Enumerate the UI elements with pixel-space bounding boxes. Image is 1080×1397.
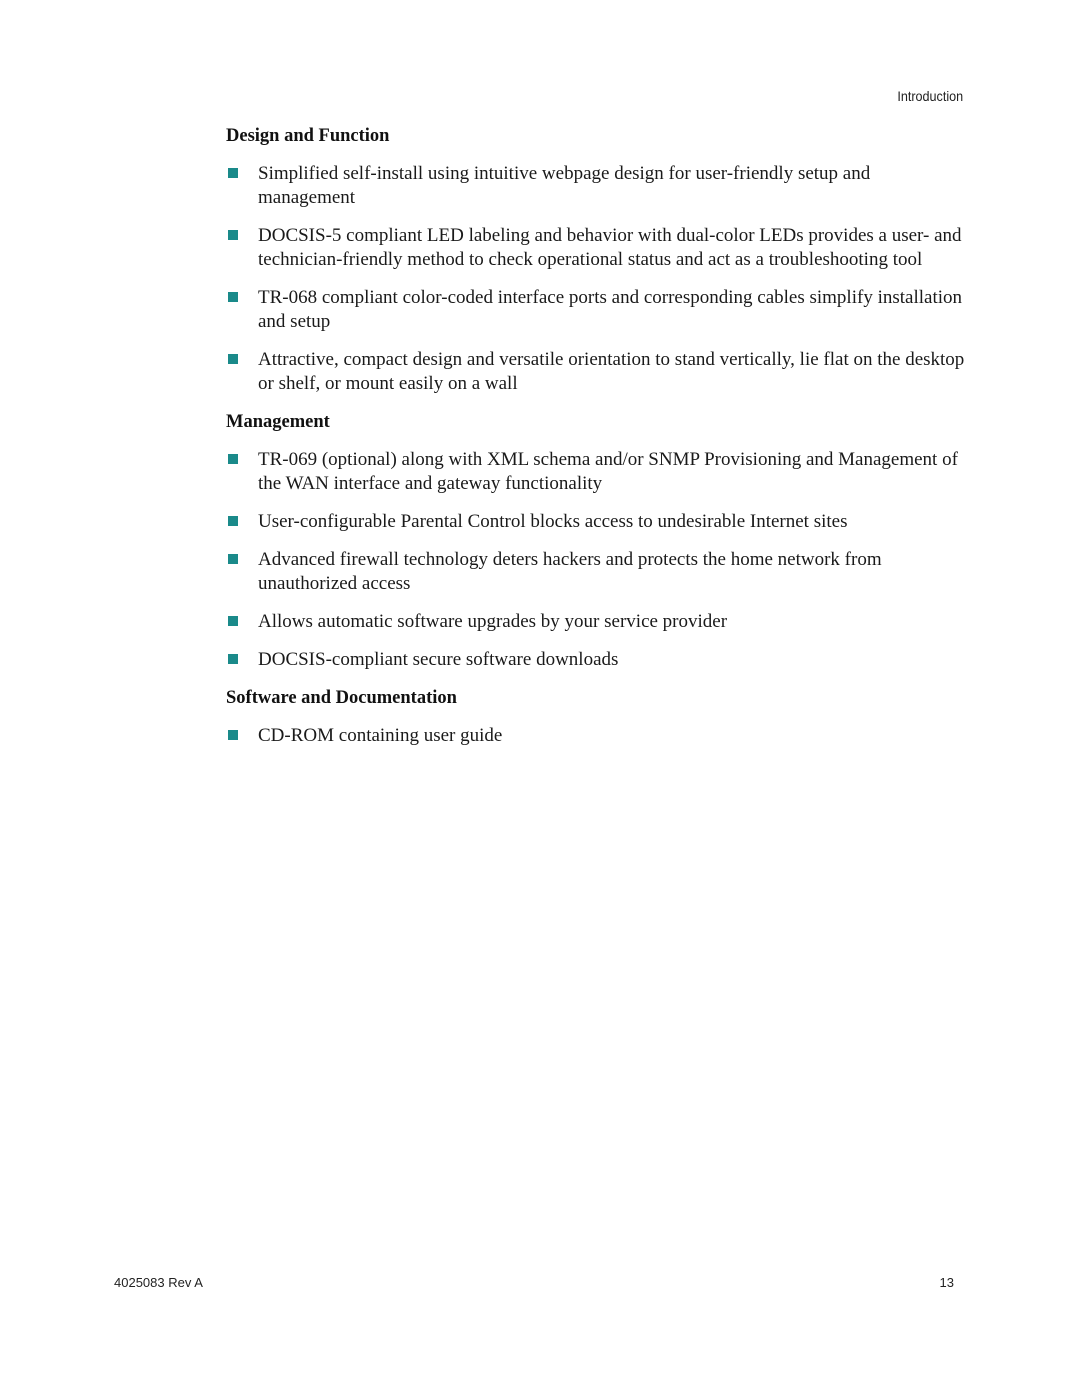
list-item-text: Allows automatic software upgrades by yo…	[258, 611, 728, 632]
document-number: 4025083 Rev A	[114, 1275, 203, 1290]
list-item: DOCSIS-compliant secure software downloa…	[226, 648, 966, 672]
square-bullet-icon	[228, 292, 238, 302]
section-heading: Software and Documentation	[226, 688, 457, 708]
list-item-text: Attractive, compact design and versatile…	[258, 349, 965, 394]
section-heading: Management	[226, 412, 330, 432]
running-header: Introduction	[897, 88, 963, 104]
bullet-list: TR-069 (optional) along with XML schema …	[226, 448, 966, 672]
list-item: Attractive, compact design and versatile…	[226, 348, 966, 396]
list-item-text: Advanced firewall technology deters hack…	[258, 549, 882, 594]
section-design-and-function: Design and Function Simplified self-inst…	[226, 124, 966, 396]
page-content: Design and Function Simplified self-inst…	[226, 124, 966, 762]
list-item-text: TR-068 compliant color-coded interface p…	[258, 287, 963, 332]
square-bullet-icon	[228, 230, 238, 240]
section-heading: Design and Function	[226, 126, 390, 146]
list-item: Advanced firewall technology deters hack…	[226, 548, 966, 596]
square-bullet-icon	[228, 554, 238, 564]
list-item: TR-069 (optional) along with XML schema …	[226, 448, 966, 496]
list-item: DOCSIS-5 compliant LED labeling and beha…	[226, 224, 966, 272]
square-bullet-icon	[228, 454, 238, 464]
list-item-text: CD-ROM containing user guide	[258, 725, 503, 746]
square-bullet-icon	[228, 354, 238, 364]
list-item-text: TR-069 (optional) along with XML schema …	[258, 449, 958, 494]
square-bullet-icon	[228, 616, 238, 626]
section-software-and-documentation: Software and Documentation CD-ROM contai…	[226, 686, 966, 748]
list-item: CD-ROM containing user guide	[226, 724, 966, 748]
square-bullet-icon	[228, 516, 238, 526]
bullet-list: CD-ROM containing user guide	[226, 724, 966, 748]
list-item: Simplified self-install using intuitive …	[226, 162, 966, 210]
list-item-text: User-configurable Parental Control block…	[258, 511, 848, 532]
bullet-list: Simplified self-install using intuitive …	[226, 162, 966, 396]
square-bullet-icon	[228, 730, 238, 740]
list-item-text: Simplified self-install using intuitive …	[258, 163, 871, 208]
page-number: 13	[939, 1275, 954, 1290]
list-item: Allows automatic software upgrades by yo…	[226, 610, 966, 634]
list-item: TR-068 compliant color-coded interface p…	[226, 286, 966, 334]
square-bullet-icon	[228, 654, 238, 664]
list-item: User-configurable Parental Control block…	[226, 510, 966, 534]
section-management: Management TR-069 (optional) along with …	[226, 410, 966, 672]
list-item-text: DOCSIS-compliant secure software downloa…	[258, 649, 619, 670]
list-item-text: DOCSIS-5 compliant LED labeling and beha…	[258, 225, 962, 270]
square-bullet-icon	[228, 168, 238, 178]
